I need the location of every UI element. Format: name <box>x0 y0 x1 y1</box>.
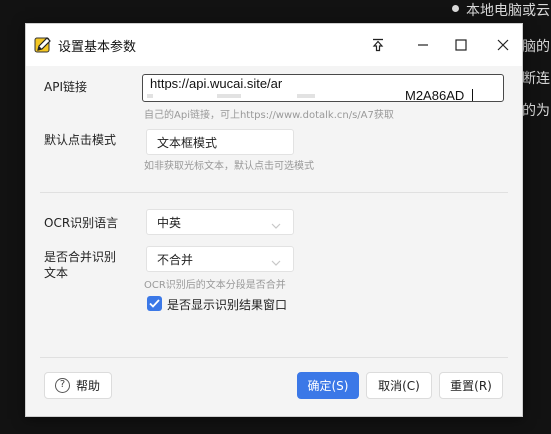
cancel-button[interactable]: 取消(C) <box>366 372 432 399</box>
reset-button-label: 重置(R) <box>450 379 492 393</box>
merge-text-selected: 不合并 <box>157 253 194 267</box>
ocr-language-select[interactable]: 中英 <box>146 209 294 235</box>
api-link-hint: 自己的Api链接，可上https://www.dotalk.cn/s/A7获取 <box>144 110 394 121</box>
background-text-line: 脑的 <box>522 39 550 55</box>
background-text-line: 断连 <box>522 71 550 87</box>
maximize-icon[interactable] <box>447 32 475 58</box>
chevron-down-icon <box>271 255 281 269</box>
ocr-language-label: OCR识别语言 <box>44 216 119 230</box>
settings-dialog: 设置基本参数 API链接 https://api.wucai.site/ar M… <box>25 23 523 417</box>
minimize-icon[interactable] <box>409 32 437 58</box>
chevron-down-icon <box>271 218 281 232</box>
divider <box>40 192 508 193</box>
question-icon: ? <box>55 378 70 393</box>
pencil-icon <box>34 36 52 54</box>
click-mode-label: 默认点击模式 <box>44 133 117 147</box>
window-title: 设置基本参数 <box>58 40 137 55</box>
click-mode-hint: 如非获取光标文本，默认点击可选模式 <box>144 161 314 172</box>
click-mode-select[interactable]: 文本框模式 <box>146 129 294 155</box>
api-link-label: API链接 <box>44 80 87 94</box>
ok-button-label: 确定(S) <box>307 379 349 393</box>
cancel-button-label: 取消(C) <box>378 379 420 393</box>
background-text-line: 本地电脑或云 <box>466 3 550 19</box>
background-bullet <box>452 5 459 12</box>
text-caret <box>472 89 473 101</box>
close-icon[interactable] <box>489 32 517 58</box>
click-mode-selected: 文本框模式 <box>157 136 218 150</box>
title-bar[interactable]: 设置基本参数 <box>26 24 522 66</box>
background-text-line: 的为 <box>522 103 550 119</box>
merge-text-select[interactable]: 不合并 <box>146 246 294 272</box>
ocr-language-selected: 中英 <box>157 216 182 230</box>
divider <box>40 357 508 358</box>
redacted-region <box>147 90 397 101</box>
api-link-value-suffix: M2A86AD <box>405 88 465 102</box>
help-button-label: 帮助 <box>76 379 101 393</box>
show-result-label[interactable]: 是否显示识别结果窗口 <box>167 296 287 313</box>
pin-icon[interactable] <box>364 32 392 58</box>
reset-button[interactable]: 重置(R) <box>439 372 503 399</box>
help-button[interactable]: ? 帮助 <box>44 372 112 399</box>
merge-text-label: 是否合并识别文本 <box>44 250 117 280</box>
merge-text-hint: OCR识别后的文本分段是否合并 <box>144 280 286 291</box>
redacted-region <box>299 77 419 89</box>
show-result-checkbox[interactable] <box>147 296 162 311</box>
ok-button[interactable]: 确定(S) <box>297 372 359 399</box>
api-link-input[interactable]: https://api.wucai.site/ar M2A86AD <box>142 74 504 102</box>
